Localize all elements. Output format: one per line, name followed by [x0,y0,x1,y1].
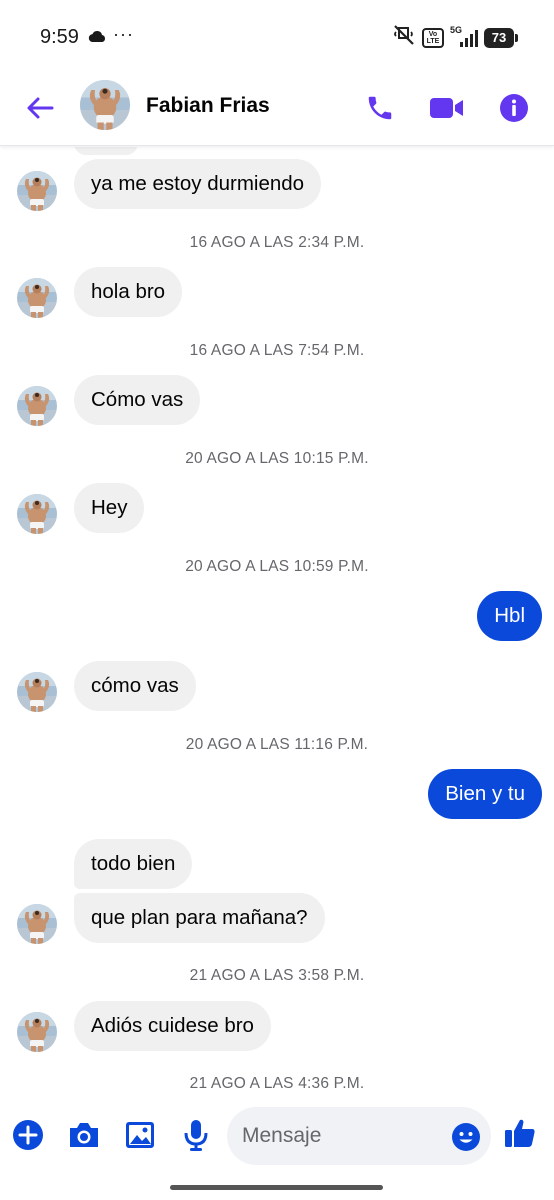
contact-name[interactable]: Fabian Frias [146,94,270,118]
volte-bottom-label: LTE [426,37,440,45]
outgoing-message[interactable]: Bien y tu [428,769,542,819]
message-list[interactable]: ya me estoy durmiendo 16 AGO A LAS 2:34 … [0,147,554,1100]
status-time: 9:59 [40,26,79,48]
call-button[interactable] [362,90,398,126]
back-button[interactable] [22,90,58,126]
incoming-message[interactable]: Cómo vas [74,375,201,425]
emoji-icon [452,1123,480,1151]
incoming-message[interactable]: ya me estoy durmiendo [74,159,322,209]
sender-avatar[interactable] [17,278,57,318]
emoji-button[interactable] [451,1122,481,1152]
sender-avatar[interactable] [17,904,57,944]
mute-vibrate-icon [392,24,416,51]
volte-top-label: Vo [428,30,438,38]
conversation-header: Fabian Frias [0,72,554,146]
home-indicator[interactable] [170,1185,383,1190]
more-actions-button[interactable] [11,1118,45,1152]
status-indicators: Vo LTE 5G 73 [392,24,518,51]
battery-indicator: 73 [484,27,518,48]
signal-icon: 5G [450,25,478,49]
image-icon [126,1122,154,1148]
timestamp: 20 AGO A LAS 10:15 P.M. [185,450,369,467]
back-arrow-icon [27,97,54,119]
voice-message-button[interactable] [179,1118,213,1152]
incoming-message[interactable]: cómo vas [74,661,196,711]
cloud-icon [88,30,106,48]
sender-avatar[interactable] [17,1012,57,1052]
incoming-message[interactable]: hola bro [74,267,183,317]
timestamp: 16 AGO A LAS 2:34 P.M. [189,234,365,251]
thumbs-up-icon [505,1119,535,1147]
microphone-icon [184,1120,208,1151]
message-input-container[interactable] [227,1107,491,1165]
timestamp: 21 AGO A LAS 4:36 P.M. [189,1075,365,1092]
timestamp: 16 AGO A LAS 7:54 P.M. [189,342,365,359]
timestamp: 21 AGO A LAS 3:58 P.M. [189,967,365,984]
status-bar: 9:59 ··· Vo LTE 5G 73 [0,0,554,72]
message-composer [0,1104,554,1170]
sender-avatar[interactable] [17,386,57,426]
phone-icon [368,96,392,120]
timestamp: 20 AGO A LAS 11:16 P.M. [185,736,369,753]
incoming-message[interactable]: Hey [74,483,145,533]
video-camera-icon [430,98,463,118]
video-call-button[interactable] [429,90,465,126]
info-icon [500,94,528,122]
battery-level: 73 [491,30,507,45]
gallery-button[interactable] [123,1118,157,1152]
message-input[interactable] [242,1107,442,1165]
incoming-message[interactable]: Adiós cuidese bro [74,1001,271,1051]
contact-avatar[interactable] [80,80,130,130]
partial-message-bubble [74,147,138,155]
volte-badge: Vo LTE [422,27,444,48]
incoming-message[interactable]: que plan para mañana? [74,893,325,943]
camera-icon [70,1123,98,1147]
info-button[interactable] [496,90,532,126]
sender-avatar[interactable] [17,494,57,534]
sender-avatar[interactable] [17,672,57,712]
status-overflow: ··· [113,24,134,44]
timestamp: 20 AGO A LAS 10:59 P.M. [185,558,369,575]
incoming-message[interactable]: todo bien [74,839,193,889]
sender-avatar[interactable] [17,171,57,211]
outgoing-message[interactable]: Hbl [477,591,542,641]
plus-icon [13,1120,43,1150]
like-button[interactable] [503,1116,537,1150]
camera-button[interactable] [67,1118,101,1152]
